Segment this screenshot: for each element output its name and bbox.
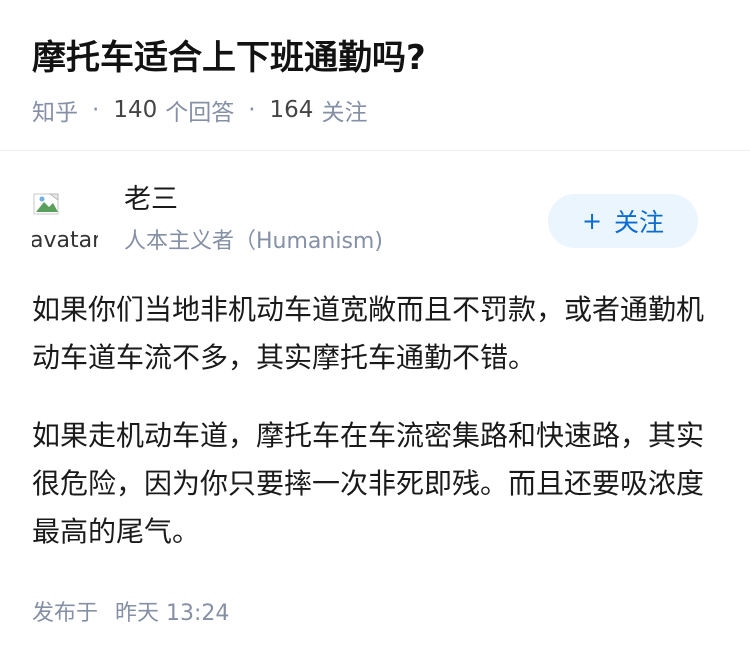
question-header: 摩托车适合上下班通勤吗? 知乎 · 140 个回答 · 164 关注	[0, 0, 750, 151]
published-timestamp: 发布于 昨天 13:24	[32, 596, 229, 632]
published-prefix: 发布于	[32, 601, 99, 626]
avatar-alt-text: avatar	[32, 228, 98, 250]
question-title[interactable]: 摩托车适合上下班通勤吗?	[32, 34, 426, 82]
author-row: avatar 老三 人本主义者（Humanism) + 关注	[0, 178, 750, 268]
source-label[interactable]: 知乎	[32, 93, 78, 127]
follow-button[interactable]: + 关注	[548, 194, 698, 248]
avatar[interactable]: avatar	[32, 184, 98, 250]
answer-count-label: 个回答	[165, 100, 235, 126]
follow-button-label: 关注	[614, 208, 665, 237]
follower-count-label: 关注	[321, 100, 368, 126]
follower-count: 164	[269, 97, 314, 123]
plus-icon: +	[581, 207, 603, 235]
meta-separator: ·	[248, 97, 256, 123]
answer-paragraph: 如果走机动车道，摩托车在车流密集路和快速路，其实很危险，因为你只要摔一次非死即残…	[32, 419, 705, 548]
answer-paragraph: 如果你们当地非机动车道宽敞而且不罚款，或者通勤机动车道车流不多，其实摩托车通勤不…	[32, 293, 705, 374]
answer-count: 140	[113, 97, 158, 123]
author-headline: 人本主义者（Humanism)	[124, 229, 383, 254]
author-name[interactable]: 老三	[124, 182, 178, 218]
meta-separator: ·	[92, 97, 100, 123]
question-meta: 知乎 · 140 个回答 · 164 关注	[32, 92, 367, 128]
broken-image-icon: avatar	[32, 193, 98, 250]
published-time: 昨天 13:24	[115, 601, 230, 626]
answer-body: 如果你们当地非机动车道宽敞而且不罚款，或者通勤机动车道车流不多，其实摩托车通勤不…	[32, 286, 722, 586]
